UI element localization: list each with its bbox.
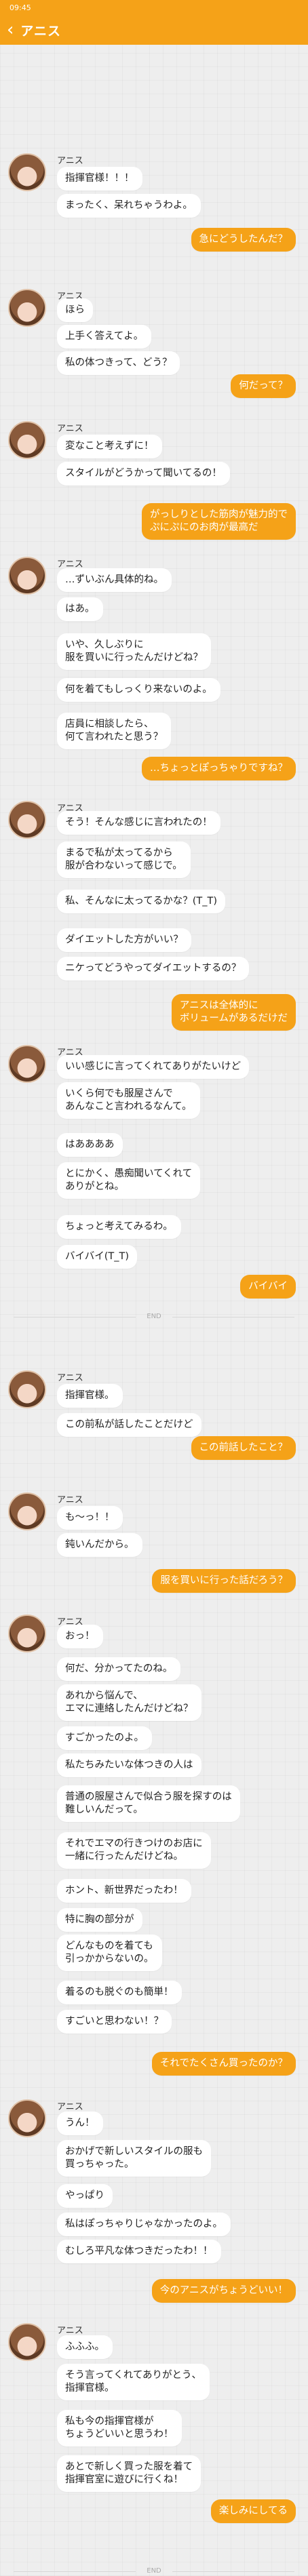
message-bubble-anis: まるで私が太ってるから 服が合わないって感じで。 bbox=[57, 841, 191, 878]
anis-avatar[interactable] bbox=[8, 1045, 46, 1083]
message-bubble-anis: ちょっと考えてみるわ。 bbox=[57, 1215, 181, 1239]
speaker-name: アニス bbox=[57, 1495, 83, 1505]
speaker-name: アニス bbox=[57, 1373, 83, 1383]
message-bubble-anis: あれから悩んで、 エマに連絡したんだけどね？ bbox=[57, 1684, 201, 1721]
message-bubble-me: 楽しみにしてる bbox=[210, 2499, 296, 2523]
message-bubble-anis: はああああ bbox=[57, 1133, 123, 1157]
message-bubble-anis: おっ！ bbox=[57, 1625, 103, 1648]
message-bubble-anis: そう言ってくれてありがとう、 指揮官様。 bbox=[57, 2364, 210, 2400]
end-marker: END bbox=[0, 1313, 308, 1320]
message-bubble-anis: この前私が話したことだけど bbox=[57, 1413, 201, 1437]
message-bubble-me: バイバイ bbox=[240, 1275, 296, 1299]
speaker-name: アニス bbox=[57, 156, 83, 166]
message-bubble-anis: あとで新しく買った服を着て 指揮官室に遊びに行くね！ bbox=[57, 2455, 201, 2492]
anis-avatar[interactable] bbox=[8, 801, 46, 839]
message-bubble-anis: 指揮官様！！！ bbox=[57, 167, 142, 191]
message-bubble-anis: まったく、呆れちゃうわよ。 bbox=[57, 194, 201, 218]
message-bubble-anis: 鈍いんだから。 bbox=[57, 1533, 142, 1557]
message-bubble-anis: 何だ、分かってたのね。 bbox=[57, 1657, 181, 1681]
message-bubble-anis: 特に胸の部分が bbox=[57, 1908, 142, 1932]
message-bubble-anis: やっぱり bbox=[57, 2184, 113, 2208]
anis-avatar[interactable] bbox=[8, 1492, 46, 1530]
message-bubble-anis: それでエマの行きつけのお店に 一緒に行ったんだけどね。 bbox=[57, 1832, 211, 1869]
message-bubble-anis: どんなものを着ても 引っかからないの。 bbox=[57, 1935, 162, 1971]
anis-avatar[interactable] bbox=[8, 1370, 46, 1408]
message-bubble-me: アニスは全体的に ボリュームがあるだけだ bbox=[171, 994, 296, 1031]
message-bubble-anis: ホント、新世界だったわ！ bbox=[57, 1879, 191, 1903]
message-bubble-anis: 何を着てもしっくり来ないのよ。 bbox=[57, 678, 220, 702]
speaker-name: アニス bbox=[57, 2326, 83, 2336]
message-bubble-anis: 私も今の指揮官様が ちょうどいいと思うわ！ bbox=[57, 2410, 182, 2446]
message-bubble-me: それでたくさん買ったのか？ bbox=[151, 2052, 296, 2076]
message-bubble-anis: 私たちみたいな体つきの人は bbox=[57, 1753, 201, 1777]
speaker-name: アニス bbox=[57, 2102, 83, 2112]
message-bubble-me: 何だって？ bbox=[231, 374, 296, 398]
message-bubble-anis: いい感じに言ってくれてありがたいけど bbox=[57, 1055, 249, 1079]
message-bubble-anis: 上手く答えてよ。 bbox=[57, 325, 152, 349]
chat-title: アニス bbox=[20, 23, 62, 39]
message-bubble-anis: すごかったのよ。 bbox=[57, 1726, 152, 1750]
anis-avatar[interactable] bbox=[8, 557, 46, 595]
message-bubble-me: 急にどうしたんだ？ bbox=[191, 228, 296, 252]
message-bubble-anis: も〜っ！！ bbox=[57, 1506, 123, 1530]
anis-avatar[interactable] bbox=[8, 289, 46, 327]
message-bubble-anis: 店員に相談したら、 何て言われたと思う？ bbox=[57, 713, 172, 749]
message-bubble-anis: バイバイ(T_T) bbox=[57, 1245, 137, 1269]
message-bubble-me: 服を買いに行った話だろう？ bbox=[152, 1569, 296, 1593]
chat-header: ‹ アニス bbox=[0, 15, 308, 45]
message-bubble-anis: 普通の服屋さんで似合う服を探すのは 難しいんだって。 bbox=[57, 1785, 240, 1822]
anis-avatar[interactable] bbox=[8, 1614, 46, 1652]
message-bubble-anis: はあ。 bbox=[57, 597, 103, 621]
message-bubble-anis: 変なこと考えずに！ bbox=[57, 435, 162, 458]
anis-avatar[interactable] bbox=[8, 2099, 46, 2137]
message-bubble-anis: ニケってどうやってダイエットするの？ bbox=[57, 957, 250, 980]
message-bubble-anis: 私の体つきって、どう？ bbox=[57, 351, 180, 375]
message-bubble-anis: うん！ bbox=[57, 2112, 103, 2135]
speaker-name: アニス bbox=[57, 424, 83, 434]
message-bubble-anis: すごいと思わない！？ bbox=[57, 2010, 172, 2034]
end-marker: END bbox=[0, 2567, 308, 2575]
anis-avatar[interactable] bbox=[8, 421, 46, 459]
message-bubble-anis: ふふふ。 bbox=[57, 2335, 113, 2359]
message-bubble-anis: とにかく、愚痴聞いてくれて ありがとね。 bbox=[57, 1162, 201, 1199]
message-bubble-anis: そう！そんな感じに言われたの！ bbox=[57, 811, 220, 835]
message-bubble-anis: 私はぽっちゃりじゃなかったのよ。 bbox=[57, 2213, 231, 2236]
back-chevron-icon[interactable]: ‹ bbox=[7, 21, 14, 39]
message-bubble-anis: ほら bbox=[57, 298, 93, 322]
message-bubble-anis: おかげで新しいスタイルの服も 買っちゃった。 bbox=[57, 2140, 211, 2177]
message-bubble-anis: むしろ平凡な体つきだったわ！！ bbox=[57, 2240, 221, 2263]
message-bubble-anis: 指揮官様。 bbox=[57, 1384, 123, 1408]
message-bubble-anis: …ずいぶん具体的ね。 bbox=[57, 568, 172, 592]
message-bubble-me: 今のアニスがちょうどいい！ bbox=[151, 2279, 296, 2303]
message-bubble-me: …ちょっとぽっちゃりですね？ bbox=[142, 757, 296, 780]
message-bubble-anis: ダイエットした方がいい？ bbox=[57, 928, 191, 952]
status-time: 09:45 bbox=[9, 3, 31, 12]
message-bubble-me: この前話したこと？ bbox=[191, 1436, 296, 1460]
message-bubble-anis: スタイルがどうかって聞いてるの！ bbox=[57, 462, 230, 486]
anis-avatar[interactable] bbox=[8, 2323, 46, 2361]
message-bubble-anis: いや、久しぶりに 服を買いに行ったんだけどね？ bbox=[57, 633, 211, 670]
message-bubble-anis: いくら何でも服屋さんで あんなこと言われるなんて。 bbox=[57, 1082, 200, 1119]
message-bubble-me: がっしりとした筋肉が魅力的で ぷにぷにのお肉が最高だ bbox=[142, 503, 296, 540]
status-bar: 09:45 bbox=[0, 0, 308, 15]
message-bubble-anis: 私、そんなに太ってるかな？(T_T) bbox=[57, 890, 226, 913]
message-bubble-anis: 着るのも脱ぐのも簡単！ bbox=[57, 1981, 182, 2004]
anis-avatar[interactable] bbox=[8, 153, 46, 191]
